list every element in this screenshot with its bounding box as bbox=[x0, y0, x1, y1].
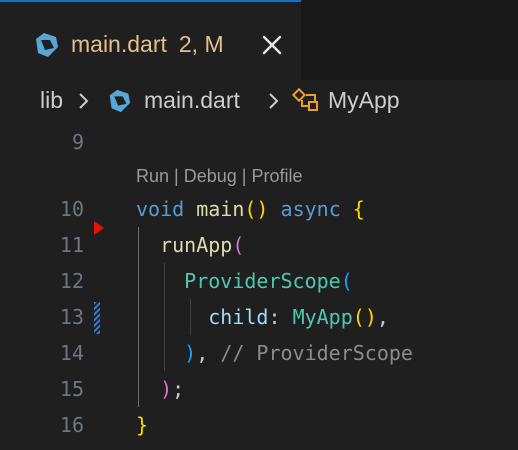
code-line-10: void main() async { bbox=[136, 191, 365, 227]
tab-title: main.dart 2, M bbox=[71, 28, 224, 60]
code-line-11: runApp( bbox=[136, 227, 244, 263]
closing-label-comment: // ProviderScope bbox=[220, 341, 413, 365]
bracket: () bbox=[352, 305, 377, 329]
codelens-separator: | bbox=[169, 166, 184, 186]
named-argument: child bbox=[208, 305, 269, 329]
bracket: } bbox=[136, 413, 149, 437]
code-line-16: } bbox=[136, 407, 148, 443]
line-number: 16 bbox=[59, 413, 84, 437]
chevron-right-icon bbox=[269, 93, 279, 109]
line-number: 15 bbox=[59, 377, 84, 401]
breakpoint-arrow-icon[interactable] bbox=[94, 221, 104, 235]
bracket: ) bbox=[160, 377, 173, 401]
breadcrumb-item-myapp[interactable]: MyApp bbox=[328, 84, 400, 116]
line-number: 13 bbox=[59, 305, 84, 329]
line-number: 12 bbox=[59, 269, 84, 293]
close-icon[interactable] bbox=[258, 31, 286, 59]
codelens-profile[interactable]: Profile bbox=[251, 166, 302, 186]
dart-icon bbox=[36, 33, 58, 57]
code-line-13: child: MyApp(), bbox=[136, 299, 389, 335]
punctuation: , bbox=[196, 341, 209, 365]
codelens-run[interactable]: Run bbox=[136, 166, 169, 186]
line-number: 11 bbox=[59, 233, 84, 257]
punctuation: : bbox=[268, 305, 281, 329]
bracket: ) bbox=[184, 341, 197, 365]
editor-tab-main-dart[interactable]: main.dart 2, M bbox=[0, 0, 301, 80]
class-icon bbox=[292, 87, 318, 111]
code-editor[interactable]: 9 10 11 12 13 14 15 16 Run | Debug | Pro… bbox=[0, 124, 518, 450]
breadcrumb: lib main.dart MyApp bbox=[0, 80, 518, 120]
line-number: 9 bbox=[71, 130, 84, 154]
type-name: MyApp bbox=[292, 305, 353, 329]
line-number: 14 bbox=[59, 341, 84, 365]
bracket: ( bbox=[340, 269, 353, 293]
code-line-12: ProviderScope( bbox=[136, 263, 353, 299]
punctuation: ; bbox=[172, 377, 185, 401]
type-name: ProviderScope bbox=[184, 269, 341, 293]
breadcrumb-item-lib[interactable]: lib bbox=[40, 84, 63, 116]
modified-line-indicator[interactable] bbox=[94, 302, 100, 334]
breadcrumb-item-main-dart[interactable]: main.dart bbox=[144, 84, 240, 116]
punctuation: , bbox=[376, 305, 389, 329]
keyword: async bbox=[280, 197, 341, 221]
tab-bar: main.dart 2, M bbox=[0, 0, 518, 80]
code-line-15: ); bbox=[136, 371, 184, 407]
function-name: main bbox=[196, 197, 245, 221]
bracket: () bbox=[244, 197, 269, 221]
keyword: void bbox=[136, 197, 185, 221]
problems-badge: 2, M bbox=[178, 31, 224, 57]
codelens: Run | Debug | Profile bbox=[136, 162, 302, 190]
code-line-14: ), // ProviderScope bbox=[136, 335, 413, 371]
bracket: ( bbox=[232, 233, 245, 257]
codelens-debug[interactable]: Debug bbox=[184, 166, 237, 186]
chevron-right-icon bbox=[79, 93, 89, 109]
dart-icon bbox=[109, 89, 131, 113]
codelens-separator: | bbox=[236, 166, 252, 186]
tab-file-name: main.dart bbox=[71, 31, 167, 57]
line-number: 10 bbox=[59, 197, 84, 221]
bracket: { bbox=[352, 197, 365, 221]
function-name: runApp bbox=[160, 233, 233, 257]
